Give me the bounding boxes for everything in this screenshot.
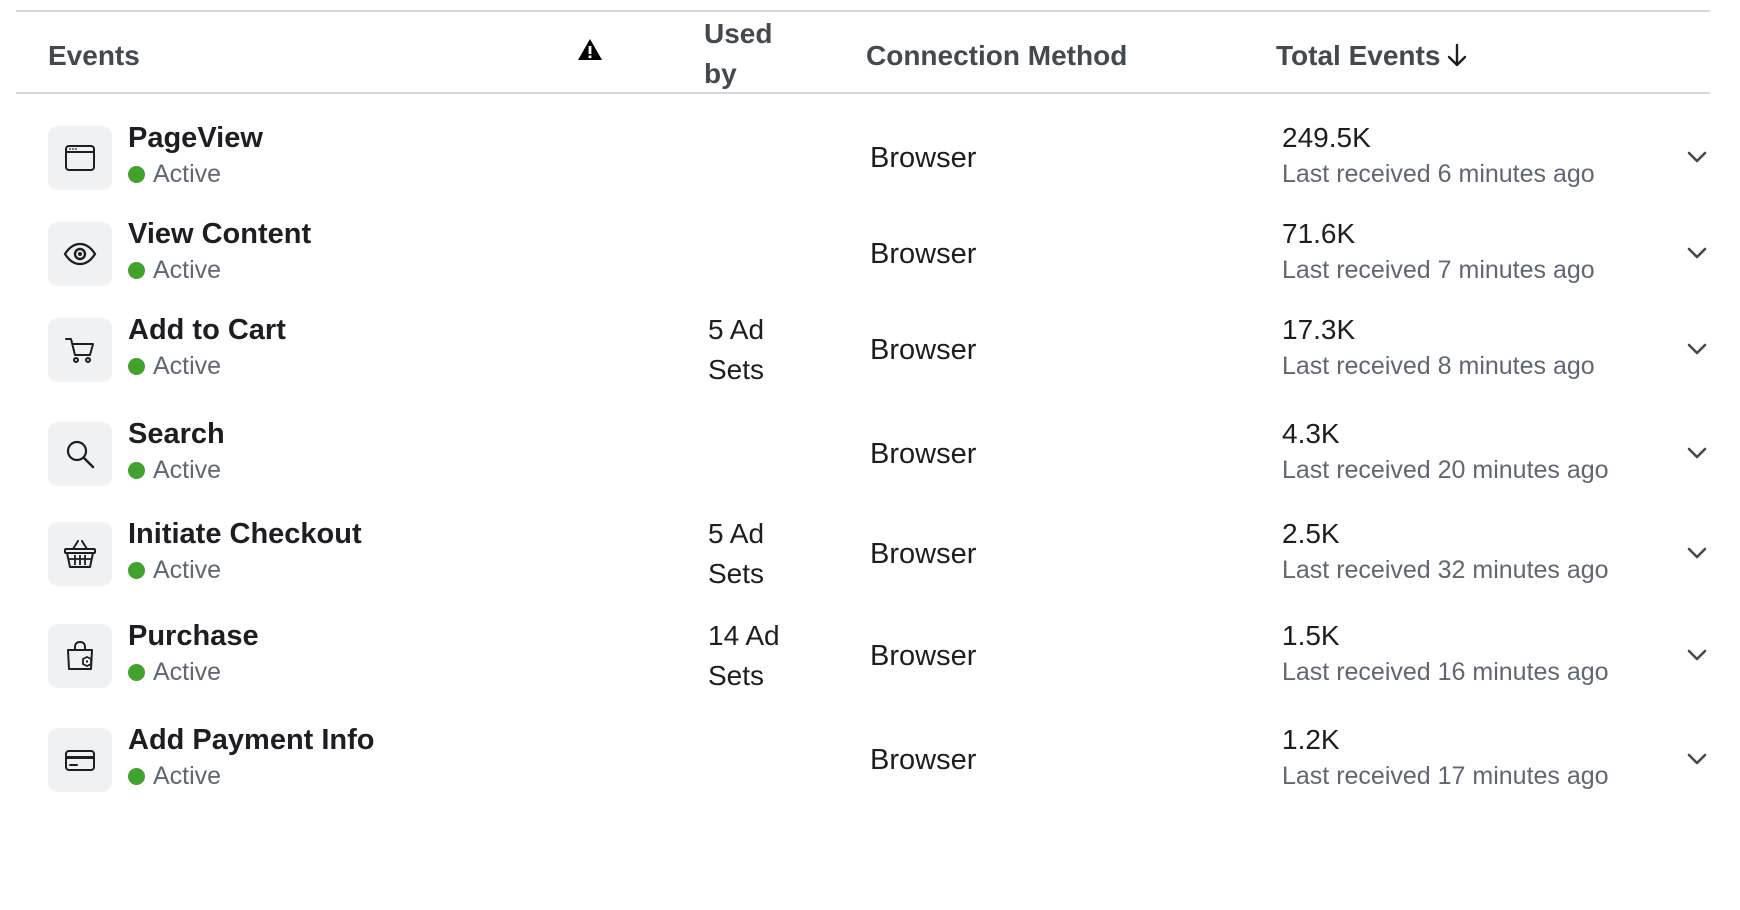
- total-events-count: 2.5K: [1282, 518, 1340, 549]
- event-name[interactable]: PageView: [128, 122, 263, 155]
- total-events-count: 1.2K: [1282, 724, 1340, 755]
- chevron-down-icon[interactable]: [1684, 540, 1710, 566]
- events-list: PageView Active Browser 249.5K Last received…: [16, 94, 1710, 808]
- browser-window-icon: [48, 126, 112, 190]
- table-row[interactable]: View Content Active Browser 71.6K Last recei…: [16, 206, 1710, 302]
- total-events-column-header[interactable]: Total Events: [1276, 40, 1468, 72]
- status-label: Active: [153, 556, 222, 584]
- event-name[interactable]: Purchase: [128, 620, 259, 653]
- table-row[interactable]: PageView Active Browser 249.5K Last received…: [16, 94, 1710, 206]
- status-badge: Active: [128, 556, 221, 585]
- connection-method-column-header[interactable]: Connection Method: [866, 40, 1127, 72]
- last-received-text: Last received 8 minutes ago: [1282, 352, 1595, 380]
- total-events-count: 71.6K: [1282, 218, 1356, 249]
- used-by-column-header[interactable]: Used by: [704, 14, 784, 94]
- active-status-dot: [128, 358, 145, 375]
- chevron-down-icon[interactable]: [1684, 240, 1710, 266]
- connection-method: Browser: [870, 640, 977, 672]
- total-events-count: 249.5K: [1282, 122, 1371, 153]
- connection-method: Browser: [870, 744, 977, 776]
- active-status-dot: [128, 166, 145, 183]
- connection-method: Browser: [870, 538, 977, 570]
- used-by-link[interactable]: 5 Ad Sets: [708, 514, 798, 594]
- connection-method: Browser: [870, 142, 977, 174]
- status-badge: Active: [128, 160, 221, 189]
- chevron-down-icon[interactable]: [1684, 440, 1710, 466]
- last-received-text: Last received 32 minutes ago: [1282, 556, 1609, 584]
- eye-icon: [48, 222, 112, 286]
- events-table: Events Used by Connection Method Total E…: [16, 10, 1710, 808]
- search-icon: [48, 422, 112, 486]
- status-label: Active: [153, 352, 222, 380]
- last-received-text: Last received 20 minutes ago: [1282, 456, 1609, 484]
- event-name[interactable]: Initiate Checkout: [128, 518, 362, 551]
- chevron-down-icon[interactable]: [1684, 336, 1710, 362]
- table-row[interactable]: Purchase Active 14 Ad Sets Browser 1.5K Last …: [16, 608, 1710, 712]
- total-events-count: 17.3K: [1282, 314, 1356, 345]
- active-status-dot: [128, 562, 145, 579]
- connection-method: Browser: [870, 334, 977, 366]
- basket-icon: [48, 522, 112, 586]
- table-row[interactable]: Search Active Browser 4.3K Last received 20 …: [16, 406, 1710, 506]
- active-status-dot: [128, 262, 145, 279]
- last-received-text: Last received 17 minutes ago: [1282, 762, 1609, 790]
- events-column-header[interactable]: Events: [48, 40, 140, 72]
- total-events-count: 4.3K: [1282, 418, 1340, 449]
- table-row[interactable]: Initiate Checkout Active 5 Ad Sets Browser 2…: [16, 506, 1710, 608]
- warning-triangle-icon[interactable]: [576, 36, 604, 64]
- active-status-dot: [128, 462, 145, 479]
- total-events-label: Total Events: [1276, 40, 1441, 71]
- table-row[interactable]: Add Payment Info Active Browser 1.2K Last re…: [16, 712, 1710, 808]
- status-label: Active: [153, 762, 222, 790]
- chevron-down-icon[interactable]: [1684, 642, 1710, 668]
- connection-method: Browser: [870, 438, 977, 470]
- status-badge: Active: [128, 456, 221, 485]
- used-by-link[interactable]: 5 Ad Sets: [708, 310, 798, 390]
- status-badge: Active: [128, 658, 221, 687]
- table-header: Events Used by Connection Method Total E…: [16, 12, 1710, 94]
- status-label: Active: [153, 658, 222, 686]
- cart-icon: [48, 318, 112, 382]
- status-label: Active: [153, 256, 222, 284]
- status-badge: Active: [128, 762, 221, 791]
- used-by-link[interactable]: 14 Ad Sets: [708, 616, 798, 696]
- arrow-down-icon: [1448, 43, 1467, 67]
- event-name[interactable]: Add Payment Info: [128, 724, 375, 757]
- event-name[interactable]: Add to Cart: [128, 314, 286, 347]
- credit-card-icon: [48, 728, 112, 792]
- active-status-dot: [128, 664, 145, 681]
- event-name[interactable]: Search: [128, 418, 225, 451]
- last-received-text: Last received 6 minutes ago: [1282, 160, 1595, 188]
- connection-method: Browser: [870, 238, 977, 270]
- status-label: Active: [153, 160, 222, 188]
- last-received-text: Last received 7 minutes ago: [1282, 256, 1595, 284]
- active-status-dot: [128, 768, 145, 785]
- status-badge: Active: [128, 352, 221, 381]
- chevron-down-icon[interactable]: [1684, 746, 1710, 772]
- total-events-count: 1.5K: [1282, 620, 1340, 651]
- shopping-bag-icon: [48, 624, 112, 688]
- status-label: Active: [153, 456, 222, 484]
- status-badge: Active: [128, 256, 221, 285]
- last-received-text: Last received 16 minutes ago: [1282, 658, 1609, 686]
- table-row[interactable]: Add to Cart Active 5 Ad Sets Browser 17.3K La…: [16, 302, 1710, 406]
- chevron-down-icon[interactable]: [1684, 144, 1710, 170]
- event-name[interactable]: View Content: [128, 218, 311, 251]
